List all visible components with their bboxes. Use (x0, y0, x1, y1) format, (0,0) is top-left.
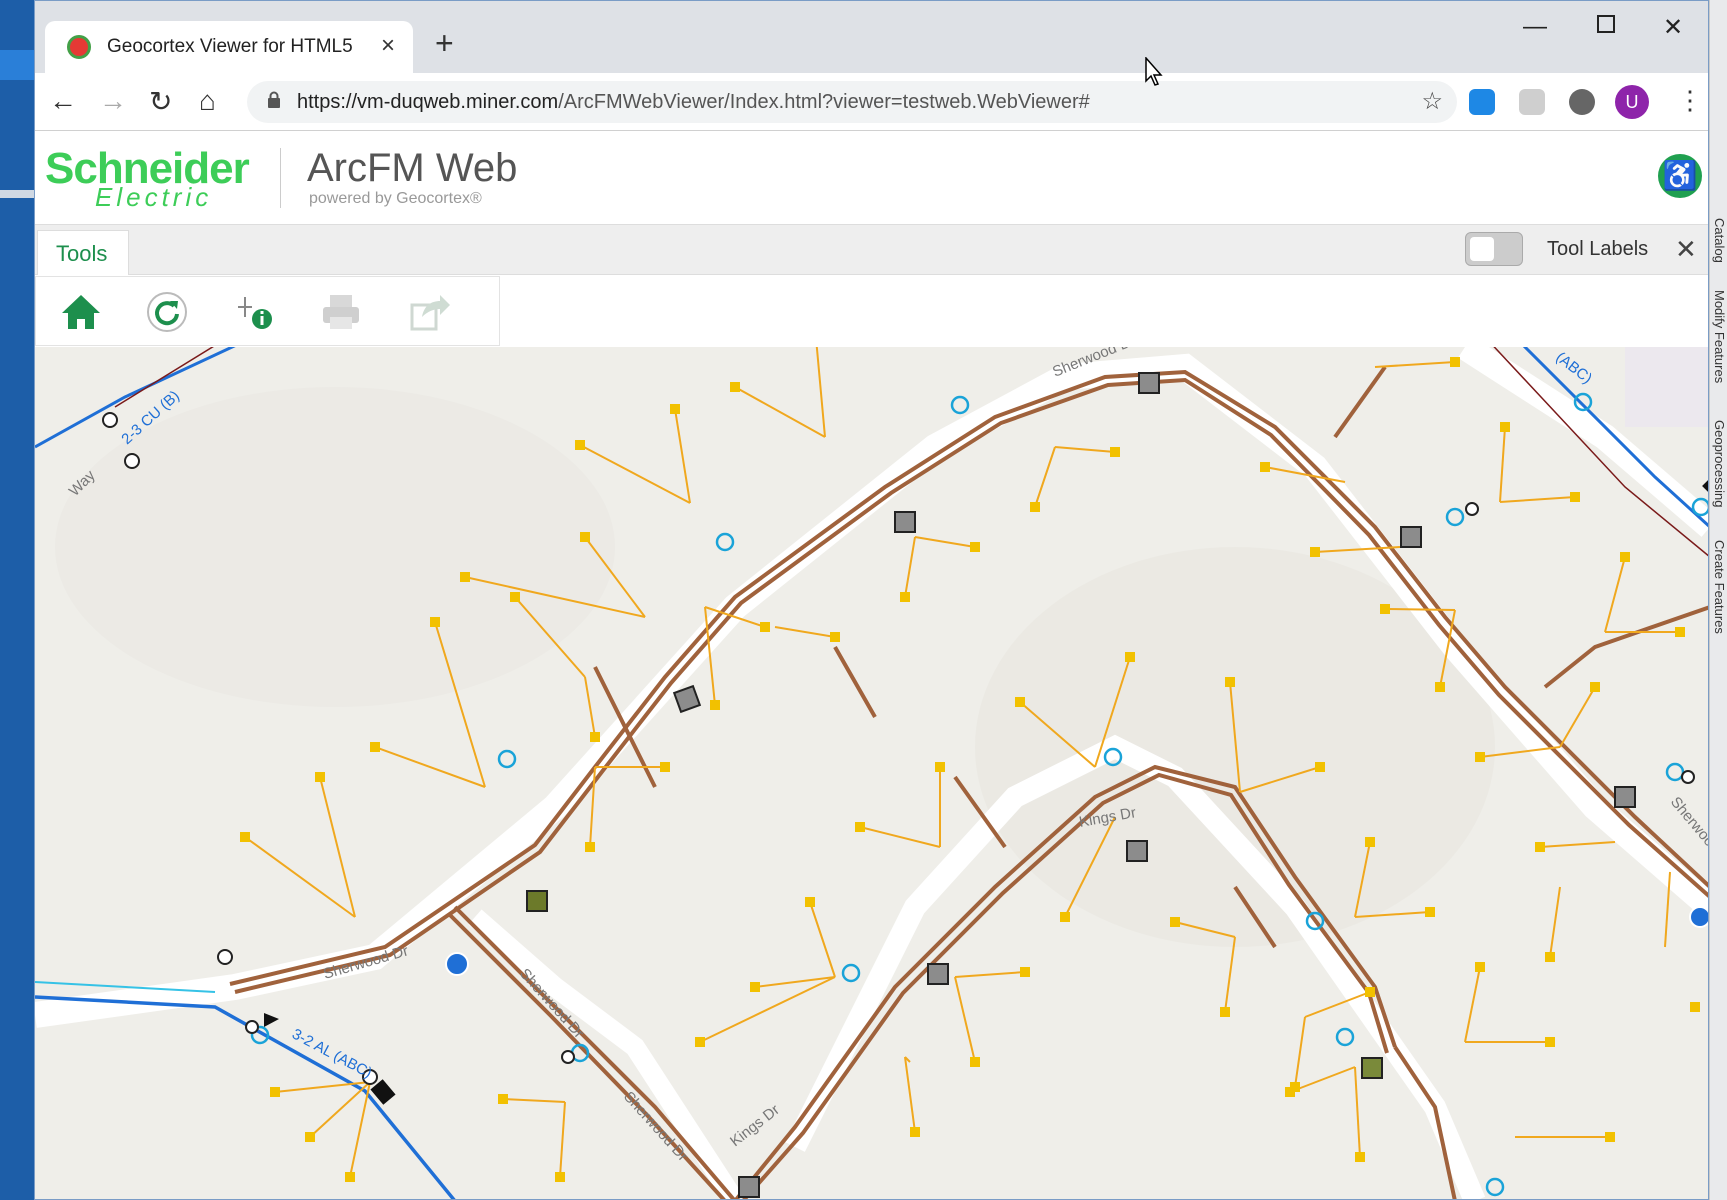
minimize-icon[interactable]: — (1523, 13, 1547, 41)
url-input[interactable]: https://vm-duqweb.miner.com/ArcFMWebView… (247, 81, 1457, 123)
tool-labels-toggle[interactable] (1465, 232, 1523, 266)
home-icon[interactable] (58, 289, 104, 335)
tools-bar: Tools Tool Labels ✕ (35, 225, 1708, 275)
fuse-icon (264, 1013, 279, 1027)
map-canvas[interactable]: Sherwood Dr Sherwood Dr Sherwood Dr Sher… (35, 347, 1708, 1200)
mouse-cursor-icon (1145, 57, 1163, 86)
tab-tools[interactable]: Tools (37, 230, 129, 275)
refresh-icon[interactable] (144, 289, 190, 335)
header-divider (280, 148, 281, 208)
forward-icon[interactable]: → (99, 85, 127, 117)
brand-logo-sub: Electric (95, 182, 213, 212)
browser-window: Geocortex Viewer for HTML5 × + — ✕ ← → ↻… (34, 0, 1709, 1200)
app-title: ArcFM Web (307, 146, 518, 190)
tool-labels-label: Tool Labels (1547, 238, 1649, 260)
bookmark-star-icon[interactable]: ☆ (1421, 87, 1443, 116)
address-bar: ← → ↻ ⌂ https://vm-duqweb.miner.com/ArcF… (35, 73, 1708, 131)
side-tab-modify-features[interactable]: Modify Features (1712, 290, 1727, 383)
identify-icon[interactable] (232, 289, 278, 335)
accessibility-icon[interactable]: ♿ (1658, 154, 1702, 198)
favicon-icon (67, 35, 91, 59)
tools-close-button[interactable]: ✕ (1675, 234, 1697, 265)
maximize-icon[interactable] (1597, 15, 1615, 33)
side-panel-strip: Catalog Modify Features Geoprocessing Cr… (1709, 0, 1727, 1200)
profile-avatar[interactable]: U (1615, 85, 1649, 119)
recloser-icon (1702, 476, 1708, 496)
extension-icon[interactable] (1569, 89, 1595, 115)
side-tab-catalog[interactable]: Catalog (1712, 218, 1727, 263)
side-tab-geoprocessing[interactable]: Geoprocessing (1712, 420, 1727, 507)
lock-icon (268, 91, 280, 108)
tab-close-button[interactable]: × (381, 32, 395, 60)
extension-icon[interactable] (1469, 89, 1495, 115)
browser-menu-icon[interactable]: ⋮ (1677, 85, 1703, 116)
share-icon[interactable] (406, 289, 452, 335)
print-icon[interactable] (318, 289, 364, 335)
back-icon[interactable]: ← (49, 85, 77, 117)
home-browser-icon[interactable]: ⌂ (199, 85, 216, 117)
browser-tab[interactable]: Geocortex Viewer for HTML5 × (45, 21, 413, 73)
close-window-icon[interactable]: ✕ (1663, 13, 1683, 42)
tab-bar: Geocortex Viewer for HTML5 × + — ✕ (35, 1, 1708, 73)
tool-buttons (35, 276, 500, 346)
url-text: https://vm-duqweb.miner.com/ArcFMWebView… (297, 91, 1090, 113)
map-svg[interactable]: Sherwood Dr Sherwood Dr Sherwood Dr Sher… (35, 347, 1708, 1200)
side-tab-create-features[interactable]: Create Features (1712, 540, 1727, 634)
new-tab-button[interactable]: + (435, 25, 454, 62)
street-label-kings: Kings Dr (727, 1101, 783, 1150)
tab-title: Geocortex Viewer for HTML5 (107, 36, 353, 57)
app-header: Schneider Electric ArcFM Web powered by … (35, 132, 1708, 225)
desktop-left-edge (0, 0, 34, 1200)
app-tagline: powered by Geocortex® (309, 190, 482, 207)
extension-icon[interactable] (1519, 89, 1545, 115)
reload-icon[interactable]: ↻ (149, 85, 172, 118)
capacitor-symbols (445, 906, 1708, 976)
